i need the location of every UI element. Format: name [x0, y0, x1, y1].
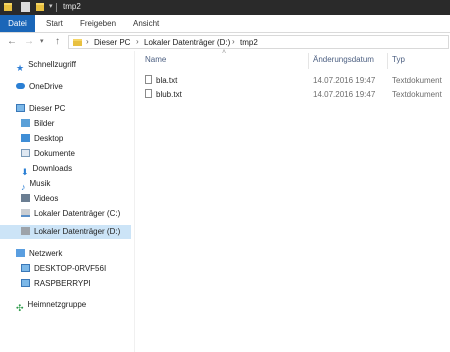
- computer-icon: [16, 103, 25, 112]
- tab-datei[interactable]: Datei: [0, 15, 35, 32]
- drive-icon: [21, 226, 30, 235]
- chevron-right-icon[interactable]: ›: [86, 37, 89, 46]
- sidebar-item-netzwerk[interactable]: Netzwerk: [16, 247, 62, 261]
- chevron-down-icon[interactable]: ▾: [49, 3, 55, 10]
- folder-icon: [73, 39, 82, 46]
- sidebar-item-downloads[interactable]: ⬇ Downloads: [21, 162, 72, 177]
- column-header-type[interactable]: Typ: [392, 55, 405, 64]
- pictures-icon: [21, 118, 30, 127]
- ribbon: Datei Start Freigeben Ansicht: [0, 15, 450, 33]
- file-type: Textdokument: [392, 76, 442, 85]
- folder-icon: [4, 3, 12, 11]
- sidebar-item-videos[interactable]: Videos: [21, 192, 58, 206]
- file-name: bla.txt: [156, 76, 178, 85]
- homegroup-icon: ✣: [16, 302, 24, 313]
- tab-ansicht[interactable]: Ansicht: [133, 15, 159, 32]
- file-date: 14.07.2016 19:47: [313, 90, 376, 99]
- download-icon: ⬇: [21, 166, 29, 177]
- title-bar: ▾ tmp2: [0, 0, 450, 15]
- sidebar-item-onedrive[interactable]: OneDrive: [16, 80, 63, 94]
- column-header-date[interactable]: Änderungsdatum: [313, 55, 374, 64]
- sidebar-item-heimnetzgruppe[interactable]: ✣ Heimnetzgruppe: [16, 298, 86, 313]
- title-separator: [56, 3, 57, 12]
- column-header-name[interactable]: Name: [145, 55, 166, 64]
- properties-icon[interactable]: [21, 2, 30, 12]
- star-icon: ★: [16, 62, 25, 73]
- computer-icon: [21, 278, 30, 287]
- forward-arrow-icon[interactable]: →: [24, 36, 34, 48]
- breadcrumb-tmp2[interactable]: tmp2: [240, 38, 258, 47]
- table-row[interactable]: bla.txt 14.07.2016 19:47 Textdokument: [145, 74, 445, 87]
- file-type: Textdokument: [392, 90, 442, 99]
- sidebar-item-desktop-0rvf56i[interactable]: DESKTOP-0RVF56I: [21, 262, 106, 276]
- file-list: ˄ Name Änderungsdatum Typ bla.txt 14.07.…: [135, 49, 450, 352]
- text-file-icon: [145, 75, 152, 85]
- sidebar-item-raspberrypi[interactable]: RASPBERRYPI: [21, 277, 91, 291]
- text-file-icon: [145, 89, 152, 99]
- address-bar[interactable]: › Dieser PC › Lokaler Datenträger (D:) ›…: [68, 35, 449, 49]
- file-name: blub.txt: [156, 90, 182, 99]
- window-title: tmp2: [63, 2, 81, 11]
- cloud-icon: [16, 82, 25, 89]
- navigation-pane: ★ Schnellzugriff OneDrive Dieser PC Bilde…: [0, 51, 134, 352]
- sidebar-item-desktop[interactable]: Desktop: [21, 132, 63, 146]
- table-row[interactable]: blub.txt 14.07.2016 19:47 Textdokument: [145, 88, 445, 101]
- chevron-right-icon[interactable]: ›: [136, 37, 139, 46]
- sidebar-item-musik[interactable]: ♪ Musik: [21, 177, 50, 192]
- sidebar-item-drive-d[interactable]: Lokaler Datenträger (D:): [0, 225, 131, 239]
- tab-freigeben[interactable]: Freigeben: [80, 15, 116, 32]
- file-date: 14.07.2016 19:47: [313, 76, 376, 85]
- column-divider[interactable]: [308, 53, 309, 69]
- sort-chevron-up-icon: ˄: [222, 49, 227, 56]
- breadcrumb-drive-d[interactable]: Lokaler Datenträger (D:): [144, 38, 230, 47]
- network-icon: [16, 248, 25, 257]
- up-arrow-icon[interactable]: ↑: [55, 36, 60, 48]
- new-folder-icon[interactable]: [36, 3, 44, 11]
- sidebar-item-dokumente[interactable]: Dokumente: [21, 147, 75, 161]
- sidebar-item-schnellzugriff[interactable]: ★ Schnellzugriff: [16, 58, 76, 73]
- tab-start[interactable]: Start: [46, 15, 63, 32]
- sidebar-item-dieser-pc[interactable]: Dieser PC: [16, 102, 65, 116]
- desktop-icon: [21, 133, 30, 142]
- music-icon: ♪: [21, 181, 26, 192]
- sidebar-item-bilder[interactable]: Bilder: [21, 117, 54, 131]
- chevron-right-icon[interactable]: ›: [232, 37, 235, 46]
- back-arrow-icon[interactable]: ←: [7, 36, 17, 48]
- column-divider[interactable]: [387, 53, 388, 69]
- breadcrumb-dieser-pc[interactable]: Dieser PC: [94, 38, 130, 47]
- documents-icon: [21, 148, 30, 157]
- sidebar-item-drive-c[interactable]: Lokaler Datenträger (C:): [21, 207, 120, 221]
- recent-locations-icon[interactable]: ▾: [40, 36, 44, 48]
- computer-icon: [21, 263, 30, 272]
- drive-icon: [21, 208, 30, 217]
- video-icon: [21, 193, 30, 202]
